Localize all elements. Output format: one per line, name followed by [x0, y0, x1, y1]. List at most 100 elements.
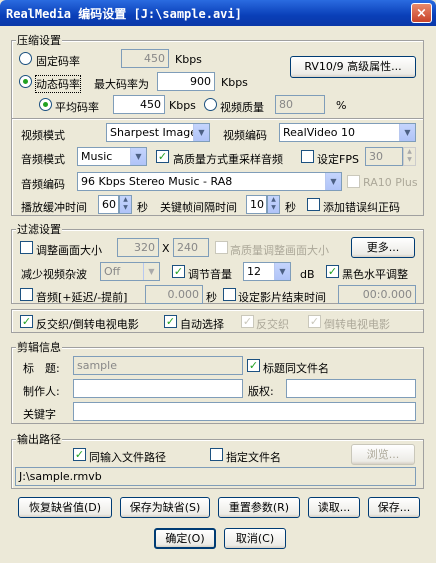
- fps-spinner[interactable]: ▲ ▼: [403, 147, 416, 166]
- specify-name-checkbox[interactable]: [210, 448, 223, 461]
- hq-resample-checkbox[interactable]: ✓: [156, 150, 169, 163]
- end-time-label: 设定影片结束时间: [238, 291, 326, 304]
- volume-checkbox[interactable]: ✓: [172, 265, 185, 278]
- denoise-select[interactable]: Off ▼: [100, 262, 160, 281]
- error-correct-checkbox[interactable]: [307, 198, 320, 211]
- video-codec-select[interactable]: RealVideo 10 ▼: [279, 123, 416, 142]
- cbr-value-field[interactable]: 450: [121, 49, 169, 68]
- black-level-label: 黑色水平调整: [342, 268, 408, 281]
- denoise-value: Off: [104, 265, 121, 278]
- resize-checkbox[interactable]: [20, 241, 33, 254]
- quality-radio[interactable]: [204, 98, 217, 111]
- chevron-down-icon[interactable]: ▼: [143, 263, 159, 280]
- chevron-down-icon[interactable]: ▼: [274, 263, 290, 280]
- buffer-unit: 秒: [137, 201, 148, 214]
- spin-down-icon[interactable]: ▼: [404, 156, 415, 164]
- spin-down-icon[interactable]: ▼: [120, 204, 131, 212]
- cbr-radio[interactable]: [19, 52, 32, 65]
- deint-only-label: 反交织: [256, 318, 289, 331]
- max-rate-field[interactable]: 900: [157, 72, 215, 91]
- chevron-down-icon[interactable]: ▼: [399, 124, 415, 141]
- spin-down-icon[interactable]: ▼: [268, 204, 279, 212]
- auto-select-checkbox[interactable]: ✓: [164, 315, 177, 328]
- video-mode-select[interactable]: Sharpest Image ▼: [106, 123, 210, 142]
- fps-checkbox[interactable]: [301, 150, 314, 163]
- keyframe-unit: 秒: [285, 201, 296, 214]
- save-button[interactable]: 保存...: [368, 497, 420, 518]
- audio-delay-label: 音频[+延迟/-提前]: [36, 291, 128, 304]
- audio-codec-label: 音频编码: [21, 178, 65, 191]
- title-field[interactable]: sample: [73, 356, 243, 375]
- buffer-spinner[interactable]: ▲ ▼: [119, 195, 132, 214]
- volume-label: 调节音量: [188, 268, 232, 281]
- load-button[interactable]: 读取...: [308, 497, 360, 518]
- chevron-down-icon[interactable]: ▼: [193, 124, 209, 141]
- cancel-button[interactable]: 取消(C): [224, 528, 286, 549]
- quality-unit: %: [336, 99, 347, 112]
- deinterlace-checkbox[interactable]: ✓: [20, 315, 33, 328]
- spin-up-icon[interactable]: ▲: [120, 196, 131, 204]
- compress-group-label: 压缩设置: [16, 32, 62, 48]
- audio-mode-select[interactable]: Music ▼: [77, 147, 147, 166]
- same-path-checkbox[interactable]: ✓: [73, 448, 86, 461]
- audio-codec-select[interactable]: 96 Kbps Stereo Music - RA8 ▼: [77, 172, 342, 191]
- audio-delay-unit: 秒: [206, 291, 217, 304]
- browse-button[interactable]: 浏览...: [351, 444, 415, 465]
- spin-up-icon[interactable]: ▲: [268, 196, 279, 204]
- spin-up-icon[interactable]: ▲: [404, 148, 415, 156]
- error-correct-label: 添加错误纠正码: [323, 201, 400, 214]
- author-field[interactable]: [73, 379, 243, 398]
- restore-defaults-button[interactable]: 恢复缺省值(D): [18, 497, 112, 518]
- more-button[interactable]: 更多...: [351, 237, 415, 258]
- audio-delay-field[interactable]: 0.000: [145, 285, 203, 304]
- ok-button[interactable]: 确定(O): [154, 528, 216, 549]
- keyframe-field[interactable]: 10: [246, 195, 267, 214]
- video-codec-label: 视频编码: [223, 129, 267, 142]
- author-label: 制作人:: [23, 385, 60, 398]
- chevron-down-icon[interactable]: ▼: [130, 148, 146, 165]
- keywords-field[interactable]: [73, 402, 416, 421]
- clip-info-group-label: 剪辑信息: [16, 339, 62, 355]
- avg-rate-label: 平均码率: [55, 101, 99, 114]
- copyright-field[interactable]: [286, 379, 416, 398]
- advanced-properties-button[interactable]: RV10/9 高级属性...: [290, 56, 416, 78]
- same-path-label: 同输入文件路径: [89, 451, 166, 464]
- avg-rate-unit: Kbps: [169, 99, 196, 112]
- specify-name-label: 指定文件名: [226, 451, 281, 464]
- title-label: 标 题:: [23, 362, 60, 375]
- telecine-checkbox[interactable]: ✓: [308, 315, 321, 328]
- fps-label: 设定FPS: [317, 153, 359, 166]
- black-level-checkbox[interactable]: ✓: [326, 265, 339, 278]
- vbr-radio[interactable]: [19, 75, 32, 88]
- resize-width-field[interactable]: 320: [117, 238, 159, 257]
- chevron-down-icon[interactable]: ▼: [325, 173, 341, 190]
- end-time-checkbox[interactable]: [223, 288, 236, 301]
- deint-only-checkbox[interactable]: ✓: [241, 315, 254, 328]
- end-time-field[interactable]: 00:0.000: [338, 285, 416, 304]
- audio-mode-label: 音频模式: [21, 153, 65, 166]
- output-path-field[interactable]: J:\sample.rmvb: [15, 467, 416, 486]
- quality-field[interactable]: 80: [275, 95, 325, 114]
- dialog-body: 压缩设置 固定码率 450 Kbps RV10/9 高级属性... 动态码率 最…: [3, 26, 433, 560]
- reset-params-button[interactable]: 重置参数(R): [218, 497, 300, 518]
- resize-x-separator: X: [162, 242, 170, 255]
- keyframe-spinner[interactable]: ▲ ▼: [267, 195, 280, 214]
- hq-resize-checkbox[interactable]: [215, 241, 228, 254]
- buffer-field[interactable]: 60: [98, 195, 119, 214]
- ra10-label: RA10 Plus: [363, 176, 418, 189]
- ra10-checkbox[interactable]: [347, 175, 360, 188]
- close-icon[interactable]: ×: [411, 3, 432, 23]
- video-mode-value: Sharpest Image: [110, 126, 197, 139]
- title-same-as-file-checkbox[interactable]: ✓: [247, 359, 260, 372]
- avg-rate-radio[interactable]: [39, 98, 52, 111]
- keyframe-label: 关键帧间隔时间: [160, 201, 237, 214]
- volume-select[interactable]: 12 ▼: [243, 262, 291, 281]
- resize-height-field[interactable]: 240: [173, 238, 209, 257]
- audio-mode-value: Music: [81, 150, 113, 163]
- save-as-default-button[interactable]: 保存为缺省(S): [120, 497, 210, 518]
- fps-field[interactable]: 30: [365, 147, 403, 166]
- audio-delay-checkbox[interactable]: [20, 288, 33, 301]
- avg-rate-field[interactable]: 450: [113, 95, 165, 114]
- buffer-label: 播放缓冲时间: [21, 201, 87, 214]
- title-bar[interactable]: RealMedia 编码设置 [J:\sample.avi] ×: [0, 0, 436, 26]
